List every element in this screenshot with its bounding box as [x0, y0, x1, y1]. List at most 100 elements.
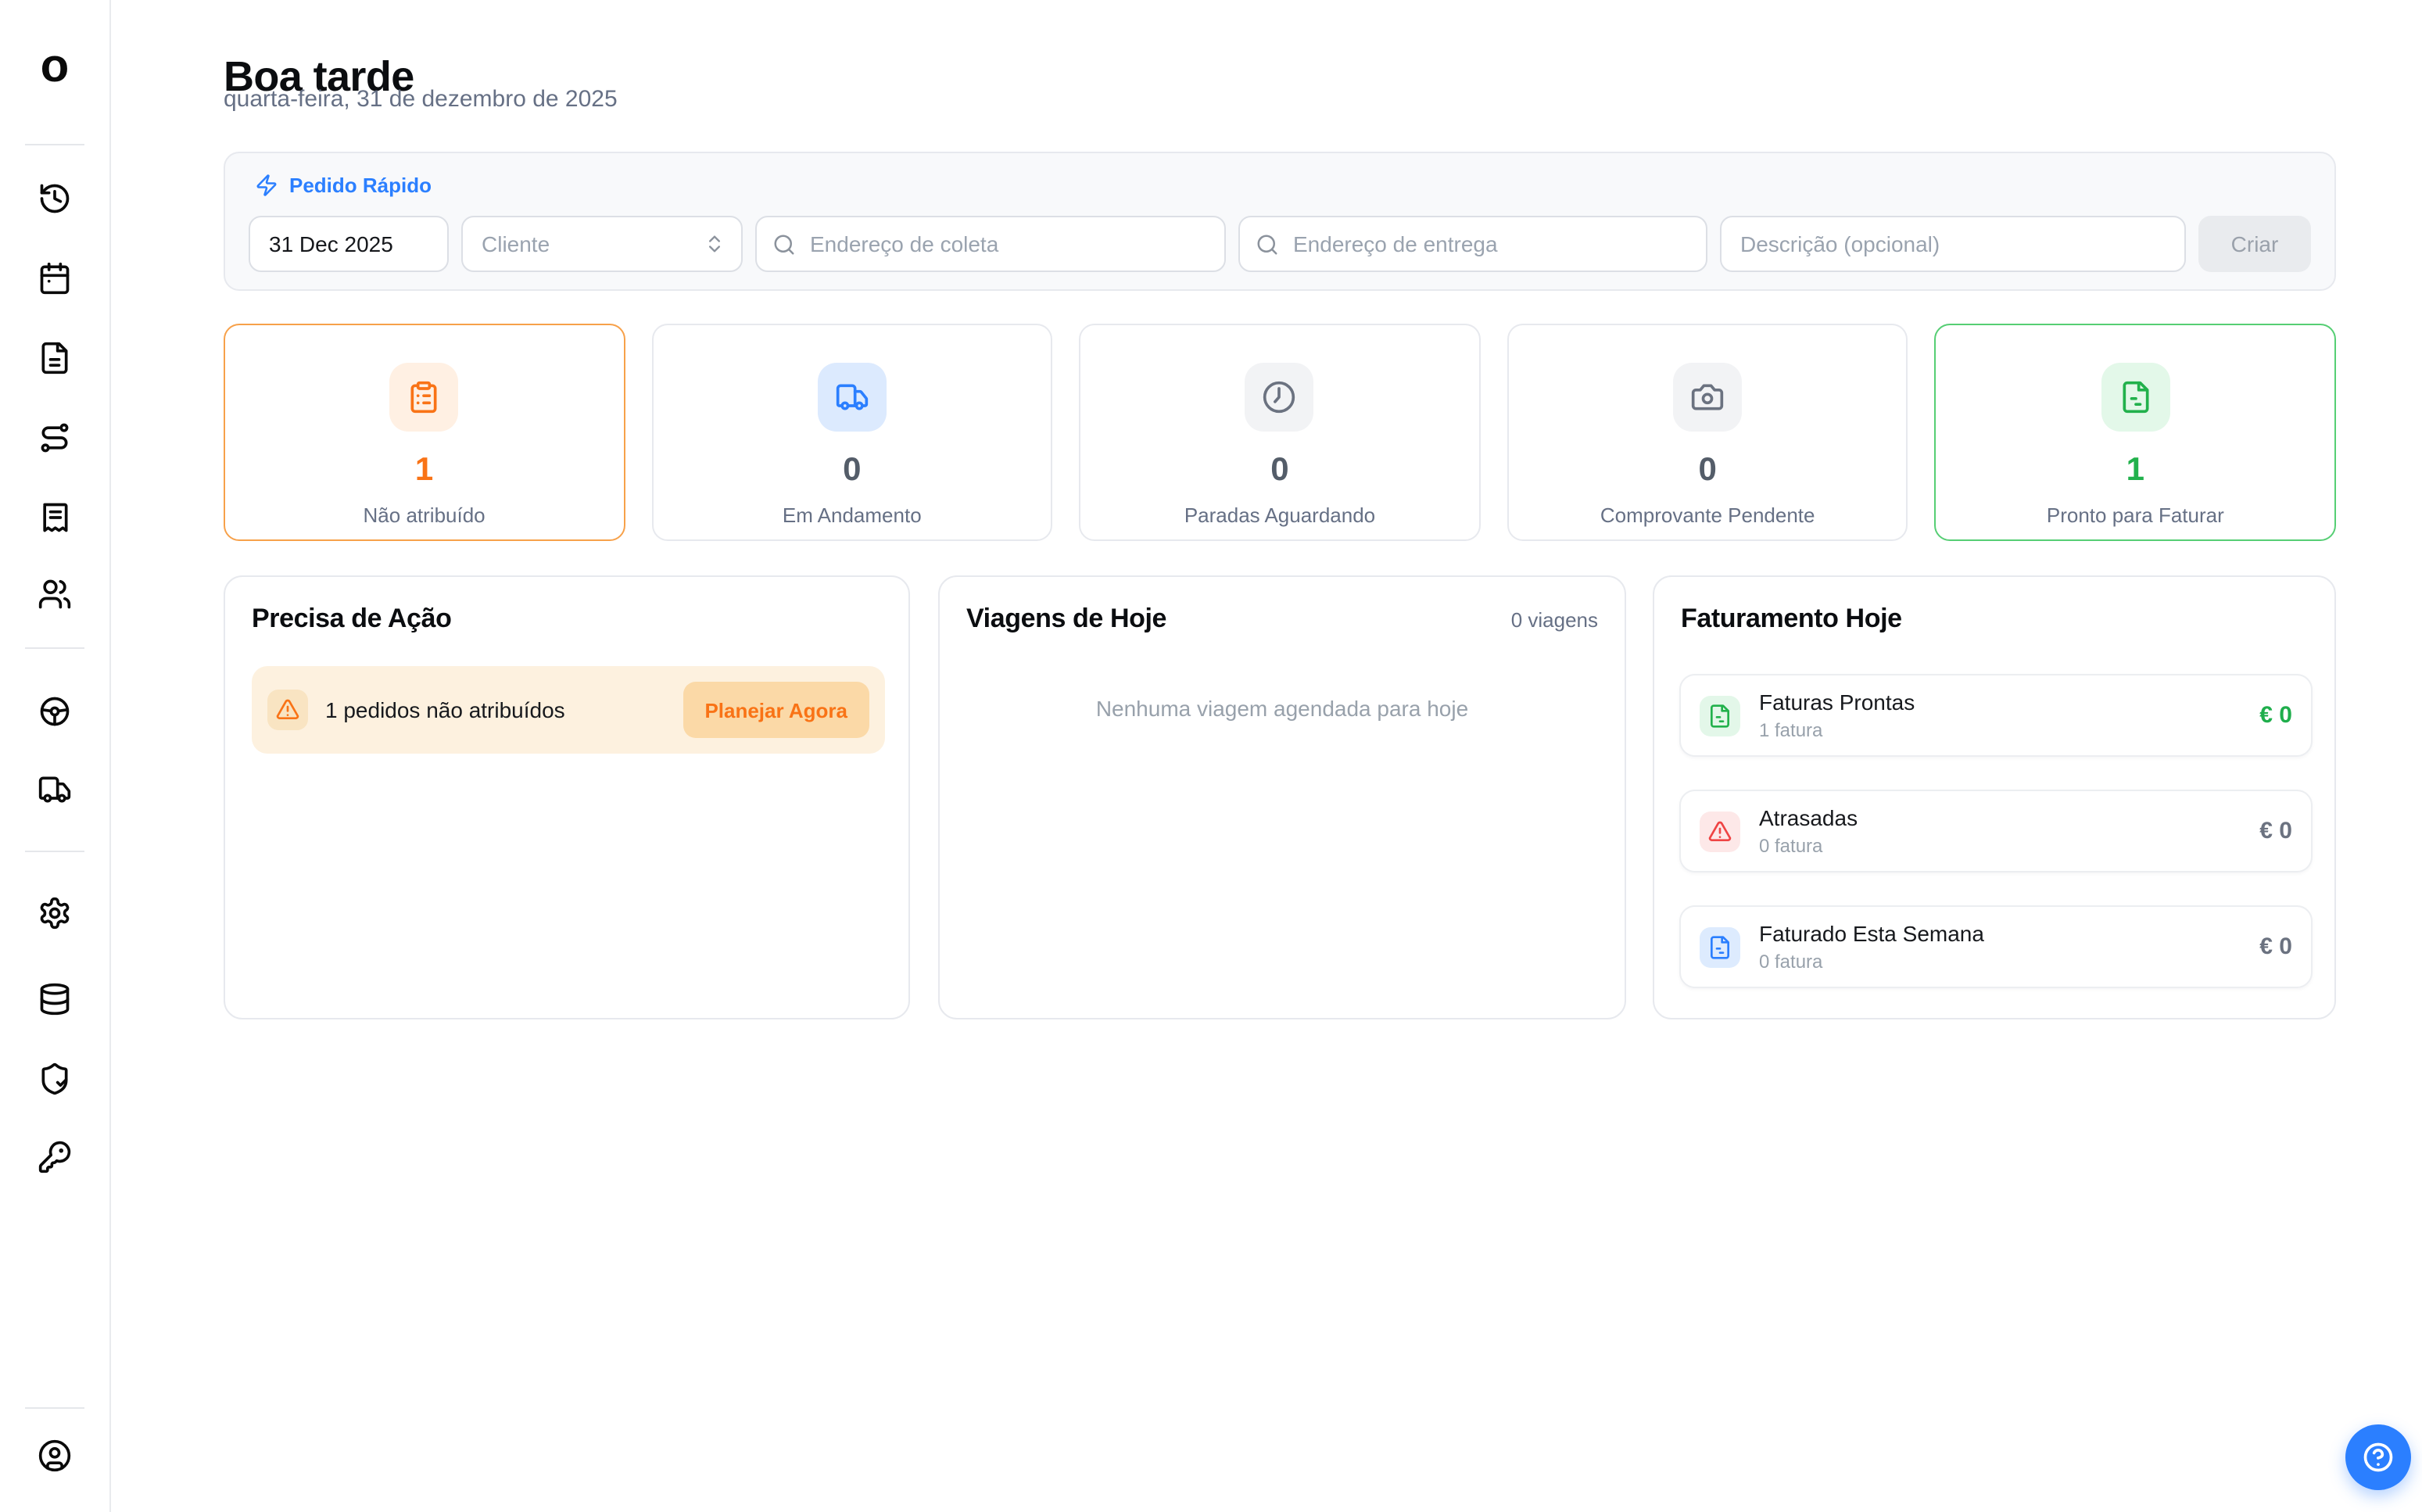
- trips-count: 0 viagens: [1511, 608, 1598, 632]
- stat-value: 0: [1698, 452, 1716, 489]
- stat-label: Paradas Aguardando: [1184, 503, 1375, 527]
- quick-order-form: Cliente Criar: [249, 216, 2311, 272]
- client-select[interactable]: Cliente: [461, 216, 743, 272]
- truck-icon: [835, 380, 869, 414]
- sidebar-item-customers[interactable]: [0, 566, 109, 622]
- pickup-address-field: [755, 216, 1226, 272]
- pickup-address-input[interactable]: [807, 230, 1209, 258]
- search-icon: [1256, 232, 1279, 256]
- app-logo: o: [0, 44, 109, 91]
- billing-label: Faturado Esta Semana: [1759, 921, 2259, 946]
- quick-order-header: Pedido Rápido: [255, 174, 432, 197]
- truck-icon: [38, 772, 72, 807]
- sidebar-item-drivers[interactable]: [0, 683, 109, 740]
- camera-icon: [1690, 380, 1725, 414]
- billing-today-panel: Faturamento Hoje Faturas Prontas 1 fatur…: [1653, 575, 2336, 1019]
- billing-amount: € 0: [2259, 818, 2292, 844]
- alert-text: 1 pedidos não atribuídos: [325, 697, 683, 722]
- document-icon: [38, 341, 72, 375]
- stat-card-proof-pending[interactable]: 0 Comprovante Pendente: [1507, 324, 1908, 541]
- sidebar-item-orders[interactable]: [0, 330, 109, 386]
- warning-triangle-icon: [275, 697, 300, 722]
- dashboard-page: o: [0, 0, 2422, 1512]
- zap-icon: [255, 174, 278, 197]
- client-select-value: Cliente: [482, 231, 550, 256]
- settings-icon: [38, 896, 72, 930]
- sidebar-item-routes[interactable]: [0, 410, 109, 466]
- sidebar-item-data[interactable]: [0, 971, 109, 1027]
- panel-title: Viagens de Hoje: [966, 604, 1166, 635]
- stat-label: Não atribuído: [364, 503, 485, 527]
- description-input[interactable]: [1720, 216, 2186, 272]
- sidebar-divider: [25, 851, 84, 852]
- page-date: quarta-feira, 31 de dezembro de 2025: [224, 86, 618, 113]
- sidebar-item-calendar[interactable]: [0, 250, 109, 306]
- steering-wheel-icon: [38, 694, 72, 729]
- database-icon: [38, 982, 72, 1016]
- trips-empty-state: Nenhuma viagem agendada para hoje: [940, 696, 1625, 721]
- stat-label: Comprovante Pendente: [1600, 503, 1815, 527]
- order-date-input[interactable]: [249, 216, 449, 272]
- stat-value: 0: [843, 452, 861, 489]
- status-cards: 1 Não atribuído 0 Em Andamento 0 Paradas…: [224, 324, 2336, 541]
- invoice-icon: [1707, 703, 1732, 728]
- route-icon: [38, 421, 72, 455]
- sidebar-item-invoices[interactable]: [0, 489, 109, 546]
- stat-label: Em Andamento: [783, 503, 922, 527]
- clock-icon: [1263, 380, 1297, 414]
- delivery-address-field: [1238, 216, 1707, 272]
- stat-value: 0: [1270, 452, 1288, 489]
- trips-today-panel: Viagens de Hoje 0 viagens Nenhuma viagem…: [938, 575, 1626, 1019]
- stat-card-ready-to-invoice[interactable]: 1 Pronto para Faturar: [1935, 324, 2336, 541]
- billing-sub: 1 fatura: [1759, 719, 2259, 741]
- sidebar: o: [0, 0, 111, 1512]
- billing-sub: 0 fatura: [1759, 951, 2259, 973]
- sidebar-item-access-keys[interactable]: [0, 1129, 109, 1185]
- billing-row-invoiced-week[interactable]: Faturado Esta Semana 0 fatura € 0: [1679, 905, 2313, 988]
- panel-title: Faturamento Hoje: [1681, 604, 1902, 635]
- quick-order-panel: Pedido Rápido Cliente Criar: [224, 152, 2336, 291]
- users-icon: [38, 577, 72, 611]
- invoice-icon: [2118, 380, 2152, 414]
- sidebar-item-account[interactable]: [0, 1428, 109, 1484]
- key-icon: [38, 1140, 72, 1174]
- delivery-address-input[interactable]: [1290, 230, 1690, 258]
- sidebar-item-security[interactable]: [0, 1051, 109, 1107]
- search-icon: [772, 232, 796, 256]
- sidebar-divider: [25, 144, 84, 145]
- billing-row-overdue[interactable]: Atrasadas 0 fatura € 0: [1679, 790, 2313, 872]
- warning-triangle-icon: [1707, 819, 1732, 844]
- quick-order-label: Pedido Rápido: [289, 174, 432, 197]
- stat-value: 1: [415, 452, 433, 489]
- stat-card-unassigned[interactable]: 1 Não atribuído: [224, 324, 625, 541]
- billing-amount: € 0: [2259, 933, 2292, 960]
- clipboard-list-icon: [407, 380, 442, 414]
- help-circle-icon: [2361, 1440, 2395, 1474]
- account-icon: [38, 1439, 72, 1473]
- stat-card-stops-waiting[interactable]: 0 Paradas Aguardando: [1079, 324, 1480, 541]
- help-button[interactable]: [2345, 1424, 2411, 1490]
- sidebar-item-vehicles[interactable]: [0, 761, 109, 818]
- billing-row-ready[interactable]: Faturas Prontas 1 fatura € 0: [1679, 674, 2313, 757]
- stat-card-in-progress[interactable]: 0 Em Andamento: [651, 324, 1052, 541]
- billing-amount: € 0: [2259, 702, 2292, 729]
- stat-label: Pronto para Faturar: [2047, 503, 2224, 527]
- receipt-icon: [38, 500, 72, 535]
- calendar-icon: [38, 261, 72, 296]
- sidebar-item-settings[interactable]: [0, 885, 109, 941]
- billing-sub: 0 fatura: [1759, 835, 2259, 857]
- needs-action-panel: Precisa de Ação 1 pedidos não atribuídos…: [224, 575, 910, 1019]
- invoice-icon: [1707, 934, 1732, 959]
- plan-now-button[interactable]: Planejar Agora: [683, 682, 869, 738]
- shield-check-icon: [38, 1062, 72, 1096]
- sidebar-divider: [25, 1407, 84, 1409]
- history-icon: [38, 181, 72, 216]
- create-order-button[interactable]: Criar: [2198, 216, 2311, 272]
- chevrons-up-down-icon: [704, 233, 726, 255]
- sidebar-item-history[interactable]: [0, 170, 109, 227]
- billing-label: Atrasadas: [1759, 805, 2259, 830]
- billing-label: Faturas Prontas: [1759, 690, 2259, 715]
- panel-title: Precisa de Ação: [252, 604, 451, 635]
- sidebar-divider: [25, 647, 84, 649]
- unassigned-alert: 1 pedidos não atribuídos Planejar Agora: [252, 666, 885, 754]
